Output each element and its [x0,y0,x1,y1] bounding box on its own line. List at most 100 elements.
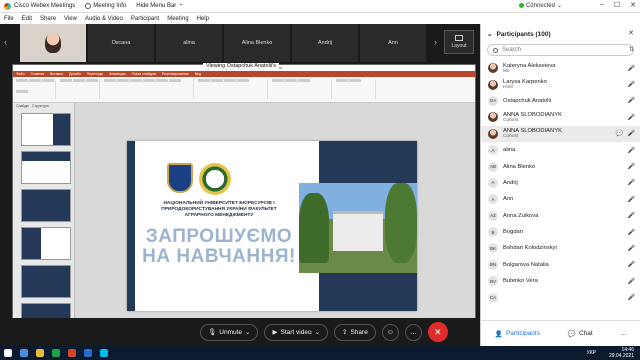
powerpoint-icon[interactable] [68,349,76,357]
ribbon-tab[interactable]: Анимация [109,71,125,77]
title-bar: Cisco Webex Meetings Meeting Info Hide M… [0,0,640,13]
info-icon [85,3,92,9]
slide-thumbnail[interactable]: 3 [21,189,71,222]
webex-logo-icon [4,2,11,10]
ribbon-tab[interactable]: Переходы [87,71,103,77]
ribbon-tab[interactable]: Рецензирование [162,71,189,77]
participant-row[interactable]: A Ann 🎤 [481,191,640,207]
participant-row[interactable]: B Bogdan 🎤 [481,224,640,240]
participant-text: Kateryna Alekseieva Me [503,63,556,74]
participant-row[interactable]: Aalina 🎤 [481,142,640,158]
participant-row[interactable]: AB Alina Blenko 🎤 [481,158,640,174]
start-video-button[interactable]: ▶ Start video ⌄ [264,323,329,341]
video-tile[interactable]: Andrij [292,24,358,62]
menu-help[interactable]: Help [197,16,209,22]
building-photo [299,183,417,273]
ribbon-tab[interactable]: Вставка [50,71,63,77]
shared-screen[interactable]: Деп 28 вступникам - Microsoft PowerPoint… [12,63,476,334]
chat-tab-button[interactable]: 💬 Chat [568,330,593,338]
video-tile[interactable]: alina [156,24,222,62]
mic-muted-icon: 🎤 [627,164,635,171]
video-tile-photo[interactable] [20,24,86,62]
strip-right-arrow-icon[interactable]: › [434,37,437,47]
participant-name: Anna Zuikova [503,212,539,219]
participant-row[interactable]: BN Bolgarova Natalia 🎤 [481,257,640,273]
slide-thumbnail[interactable]: 1 [21,113,71,146]
meeting-info-button[interactable]: Meeting Info [85,3,126,9]
slide-thumbnail[interactable]: 2 [21,151,71,184]
participant-text: alina [503,147,515,153]
menu-meeting[interactable]: Meeting [167,16,188,22]
hide-menu-bar-button[interactable]: Hide Menu Bar ⌃ [136,3,183,10]
slide-thumbnail[interactable]: 5 [21,265,71,298]
mic-muted-icon: 🎤 [627,98,635,105]
participant-row[interactable]: BV Butenko Vera 🎤 [481,273,640,289]
chevron-down-icon[interactable]: ⌄ [487,30,492,38]
share-button[interactable]: ⇪ Share [334,323,376,341]
system-clock[interactable]: 14:46 29.04.2021 [609,347,634,359]
word-icon[interactable] [84,349,92,357]
menu-share[interactable]: Share [40,16,56,22]
maximize-icon[interactable]: ☐ [614,1,620,9]
slide-thumbnail[interactable]: 4 [21,227,71,260]
ribbon-tab[interactable]: Файл [16,71,25,77]
connected-dot-icon [518,3,524,8]
ribbon-tab[interactable]: Главная [31,71,44,77]
close-panel-icon[interactable]: ✕ [628,29,634,37]
meeting-controls: 🎙 Unmute ⌄ ▶ Start video ⌄ ⇪ Share ☺ … ✕ [0,318,480,346]
participant-row[interactable]: BK Bohdan Kolodzinskyi 🎤 [481,240,640,256]
mic-muted-icon: 🎤 [627,65,635,72]
taskbar-app-icon[interactable] [20,349,28,357]
tab-outline[interactable]: Структура [32,104,49,108]
chat-icon[interactable]: 💬 [616,130,623,137]
layout-button[interactable]: Layout [444,30,474,54]
menu-view[interactable]: View [64,16,77,22]
participant-row[interactable]: OA Ostapchuk Anatolii 🎤 [481,93,640,109]
menu-audio-video[interactable]: Audio & Video [85,16,123,22]
participants-tab-button[interactable]: 👤 Participants [495,330,540,338]
unmute-button[interactable]: 🎙 Unmute ⌄ [200,323,259,341]
participant-row[interactable]: Larysa Karpenko Host 🎤 [481,76,640,92]
mic-muted-icon: 🎤 [627,147,635,154]
minimize-icon[interactable]: – [600,1,604,9]
menu-file[interactable]: File [4,16,14,22]
search-icon [493,47,498,53]
participant-role: Cohost [503,117,519,123]
video-strip: ‹ Оксана alina Alina Blenko Andrij Ann ›… [0,24,480,62]
ribbon-tab[interactable]: Вид [195,71,201,77]
language-indicator[interactable]: УКР [587,350,596,356]
participant-row[interactable]: ANNA SLOBODIANYK Cohost 🎤 💬 [481,125,640,142]
participant-search-input[interactable]: Search [487,44,634,56]
ppt-ribbon: Файл Главная Вставка Дизайн Переходы Ани… [13,71,475,103]
end-meeting-button[interactable]: ✕ [427,322,448,342]
participant-row[interactable]: ANNA SLOBODIANYK Cohost 🎤 [481,109,640,125]
more-options-button[interactable]: … [404,323,422,341]
people-icon: 👤 [494,330,504,338]
folder-icon[interactable] [36,349,44,357]
ribbon-tab[interactable]: Показ слайдов [132,71,156,77]
participant-row[interactable]: Kateryna Alekseieva Me 🎤 [481,60,640,76]
participant-row[interactable]: AZ Anna Zuikova 🎤 [481,208,640,224]
participant-name: Andrij [503,179,518,186]
participant-row[interactable]: A Andrij 🎤 [481,175,640,191]
menu-participant[interactable]: Participant [131,16,159,22]
start-icon[interactable] [4,349,12,357]
reactions-button[interactable]: ☺ [381,323,399,341]
webex-icon[interactable] [100,349,108,357]
strip-left-arrow-icon[interactable]: ‹ [4,37,7,47]
video-tile[interactable]: Ann [360,24,426,62]
more-panels-button[interactable]: … [621,330,628,337]
close-icon[interactable]: ✕ [630,1,636,9]
participant-row[interactable]: CA 🎤 [481,289,640,305]
ribbon-tab[interactable]: Дизайн [69,71,81,77]
participant-name: Bolgarova Natalia [503,261,549,268]
tab-slides[interactable]: Слайды [16,104,29,108]
window-controls: – ☐ ✕ [600,1,636,9]
invite-heading: ЗАПРОШУЄМО НА НАВЧАННЯ! [142,226,296,267]
video-tile[interactable]: Alina Blenko [224,24,290,62]
video-tile[interactable]: Оксана [88,24,154,62]
menu-edit[interactable]: Edit [22,16,32,22]
taskbar-app-icon[interactable] [52,349,60,357]
sort-icon[interactable]: ⇅ [629,46,634,53]
connection-status[interactable]: Connected ⌄ [518,2,562,9]
